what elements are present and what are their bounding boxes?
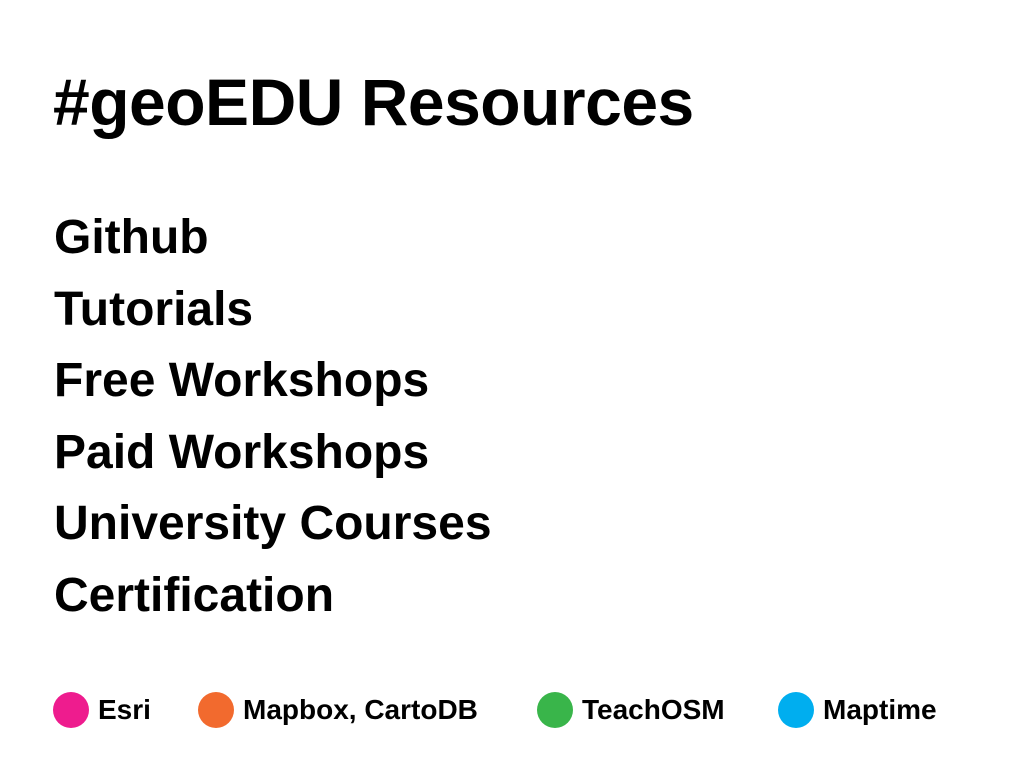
legend-item-maptime: Maptime bbox=[778, 690, 937, 730]
green-circle-icon bbox=[537, 692, 573, 728]
legend-label: Maptime bbox=[823, 694, 937, 725]
list-item-certification: Certification bbox=[54, 568, 335, 622]
legend-label: Esri bbox=[98, 694, 151, 725]
list-item-paid-workshops: Paid Workshops bbox=[54, 425, 430, 479]
slide-title: #geoEDU Resources bbox=[53, 65, 694, 139]
legend-item-esri: Esri bbox=[53, 690, 151, 730]
list-item-university-courses: University Courses bbox=[54, 497, 492, 550]
legend-label: TeachOSM bbox=[582, 694, 725, 725]
list-item-github: Github bbox=[54, 211, 209, 264]
resource-list: Github Tutorials Free Workshops Paid Wor… bbox=[54, 202, 492, 631]
legend-item-teachosm: TeachOSM bbox=[537, 690, 725, 730]
legend-label: Mapbox, CartoDB bbox=[243, 694, 478, 725]
pink-circle-icon bbox=[53, 692, 89, 728]
list-item-free-workshops: Free Workshops bbox=[54, 354, 430, 407]
legend: Esri Mapbox, CartoDB TeachOSM Maptime bbox=[0, 690, 1024, 730]
list-item-tutorials: Tutorials bbox=[54, 282, 254, 336]
blue-circle-icon bbox=[778, 692, 814, 728]
orange-circle-icon bbox=[198, 692, 234, 728]
legend-item-mapbox-cartodb: Mapbox, CartoDB bbox=[198, 690, 478, 730]
slide: #geoEDU Resources Github Tutorials Free … bbox=[0, 0, 1024, 768]
